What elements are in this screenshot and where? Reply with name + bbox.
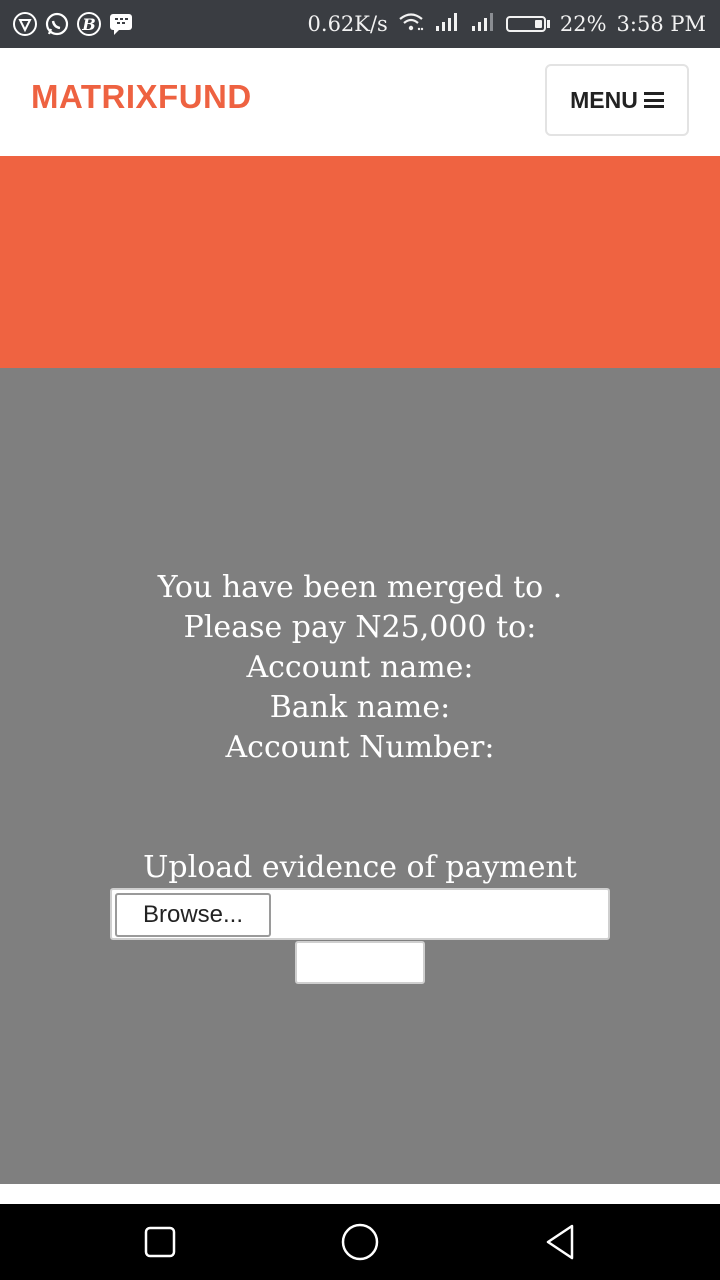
merge-line: You have been merged to . — [157, 570, 563, 605]
b-icon: B — [76, 11, 102, 37]
signal-icon — [434, 12, 460, 37]
svg-text:B: B — [81, 15, 96, 34]
whatsapp-icon — [44, 11, 70, 37]
bbm-icon — [108, 11, 134, 37]
back-icon[interactable] — [500, 1204, 620, 1280]
account-name-line: Account name: — [246, 650, 474, 685]
battery-percent: 22% — [559, 12, 607, 36]
status-left-icons: B — [12, 10, 134, 38]
signal-icon-2 — [470, 12, 496, 37]
bank-name-line: Bank name: — [269, 690, 451, 725]
account-number-line: Account Number: — [225, 730, 495, 765]
hero-banner — [0, 156, 720, 368]
pay-amount-line: Please pay N25,000 to: — [183, 610, 537, 645]
site-header: MATRIXFUND MENU — [0, 48, 720, 156]
shield-icon — [12, 11, 38, 37]
navigation-bar — [0, 1204, 720, 1280]
brand-logo[interactable]: MATRIXFUND — [31, 78, 252, 116]
upload-label: Upload evidence of payment — [143, 850, 577, 885]
recents-icon[interactable] — [100, 1204, 220, 1280]
status-bar: B 0.62K/s 22% 3:58 PM — [0, 0, 720, 48]
hamburger-icon — [643, 92, 664, 108]
net-speed: 0.62K/s — [307, 12, 388, 36]
footer-strip — [0, 1184, 720, 1204]
clock: 3:58 PM — [616, 12, 706, 36]
battery-icon — [505, 16, 550, 32]
wifi-icon — [398, 12, 424, 37]
file-input[interactable]: Browse... — [110, 888, 610, 940]
payment-info: You have been merged to . Please pay N25… — [0, 568, 720, 768]
home-icon[interactable] — [300, 1204, 420, 1280]
menu-label: MENU — [570, 86, 638, 113]
payment-panel: You have been merged to . Please pay N25… — [0, 368, 720, 1184]
browse-button[interactable]: Browse... — [115, 893, 271, 937]
submit-button[interactable] — [295, 941, 425, 984]
status-right: 0.62K/s 22% 3:58 PM — [308, 0, 706, 48]
menu-button[interactable]: MENU — [545, 64, 689, 136]
